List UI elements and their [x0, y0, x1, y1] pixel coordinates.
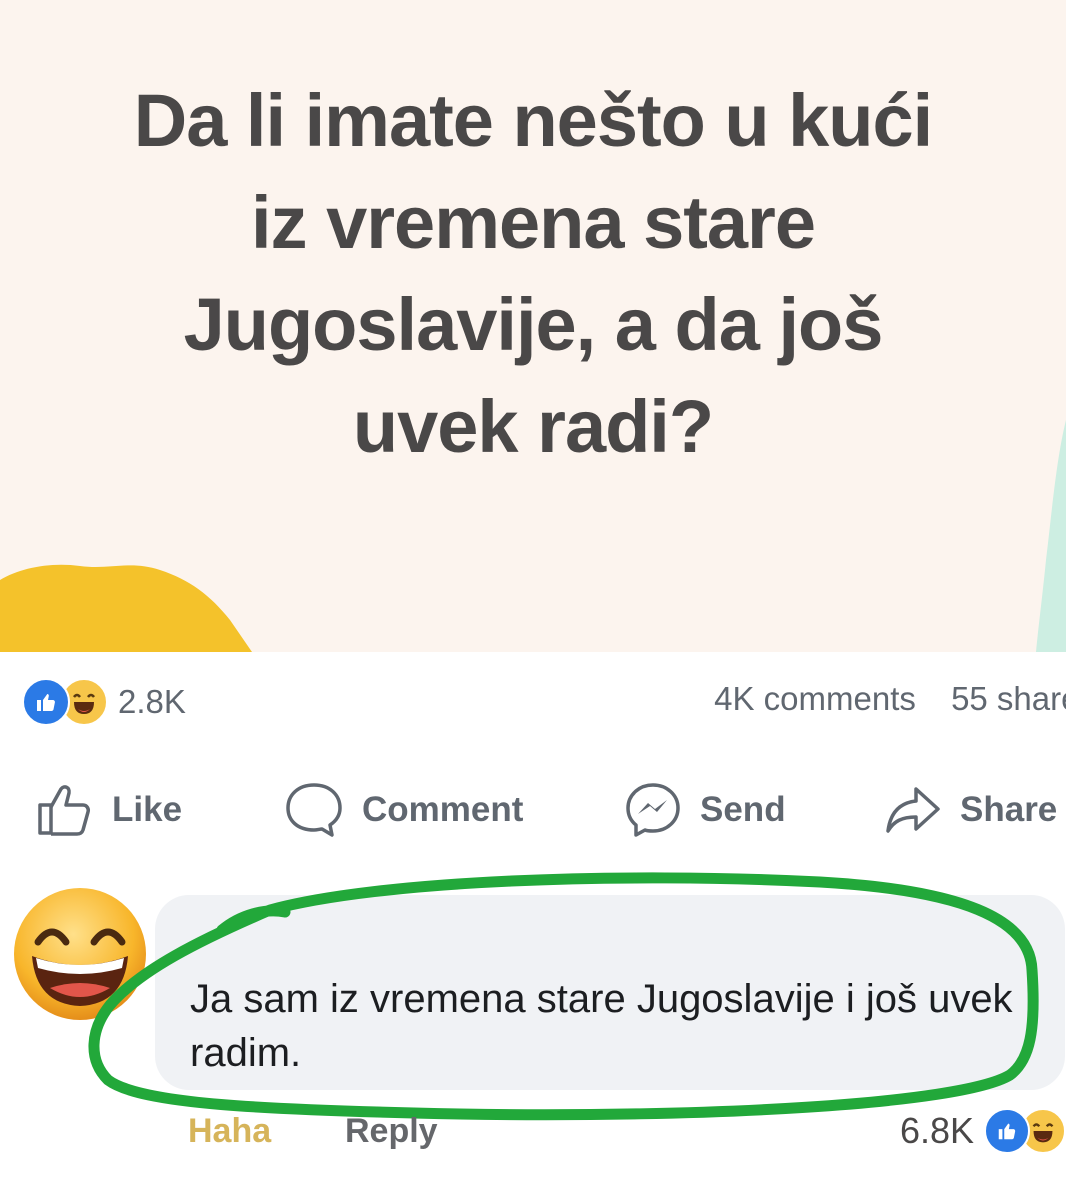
- comment-button[interactable]: Comment: [284, 770, 523, 850]
- comment-footer: Haha Reply 6.8K: [0, 1100, 1066, 1160]
- comment-text: Ja sam iz vremena stare Jugoslavije i jo…: [190, 977, 1013, 1075]
- share-arrow-icon: [886, 787, 940, 833]
- comment-reactions-count: 6.8K: [899, 1110, 974, 1151]
- teal-shape-decoration: [1036, 420, 1066, 652]
- shares-count-link[interactable]: 55 shares: [951, 680, 1066, 717]
- post-line: Da li imate nešto u kući: [133, 79, 933, 162]
- like-reaction-icon: [22, 678, 70, 726]
- like-reaction-icon: [984, 1108, 1030, 1154]
- post-question-text: Da li imate nešto u kući iz vremena star…: [0, 70, 1066, 478]
- share-label: Share: [960, 790, 1058, 829]
- post-line: uvek radi?: [352, 385, 714, 468]
- like-button[interactable]: Like: [36, 770, 182, 850]
- comment-reactions-summary[interactable]: 6.8K: [900, 1108, 1066, 1154]
- messenger-icon: [626, 783, 680, 837]
- comment-bubble-icon: [286, 783, 342, 837]
- post-stats-bar: 2.8K 4K comments 55 shares: [0, 660, 1066, 740]
- comment-label: Comment: [362, 790, 524, 829]
- reactions-count: 2.8K: [118, 683, 186, 720]
- send-label: Send: [700, 790, 786, 829]
- comments-count-link[interactable]: 4K comments: [714, 680, 916, 717]
- send-button[interactable]: Send: [624, 770, 786, 850]
- share-button[interactable]: Share: [884, 770, 1057, 850]
- post-image[interactable]: Da li imate nešto u kući iz vremena star…: [0, 0, 1066, 652]
- haha-reaction-link[interactable]: Haha: [188, 1112, 271, 1151]
- stats-counts: 4K comments 55 shares: [688, 680, 1066, 718]
- commenter-avatar[interactable]: [10, 884, 150, 1024]
- post-line: iz vremena stare: [250, 181, 816, 264]
- post-line: Jugoslavije, a da još: [183, 283, 884, 366]
- post-action-bar: Like Comment Send Share: [0, 770, 1066, 850]
- yellow-shape-decoration: [0, 564, 252, 652]
- reply-link[interactable]: Reply: [345, 1112, 438, 1151]
- like-label: Like: [112, 790, 183, 829]
- reactions-summary[interactable]: 2.8K: [22, 678, 186, 726]
- thumbs-up-icon: [38, 785, 90, 836]
